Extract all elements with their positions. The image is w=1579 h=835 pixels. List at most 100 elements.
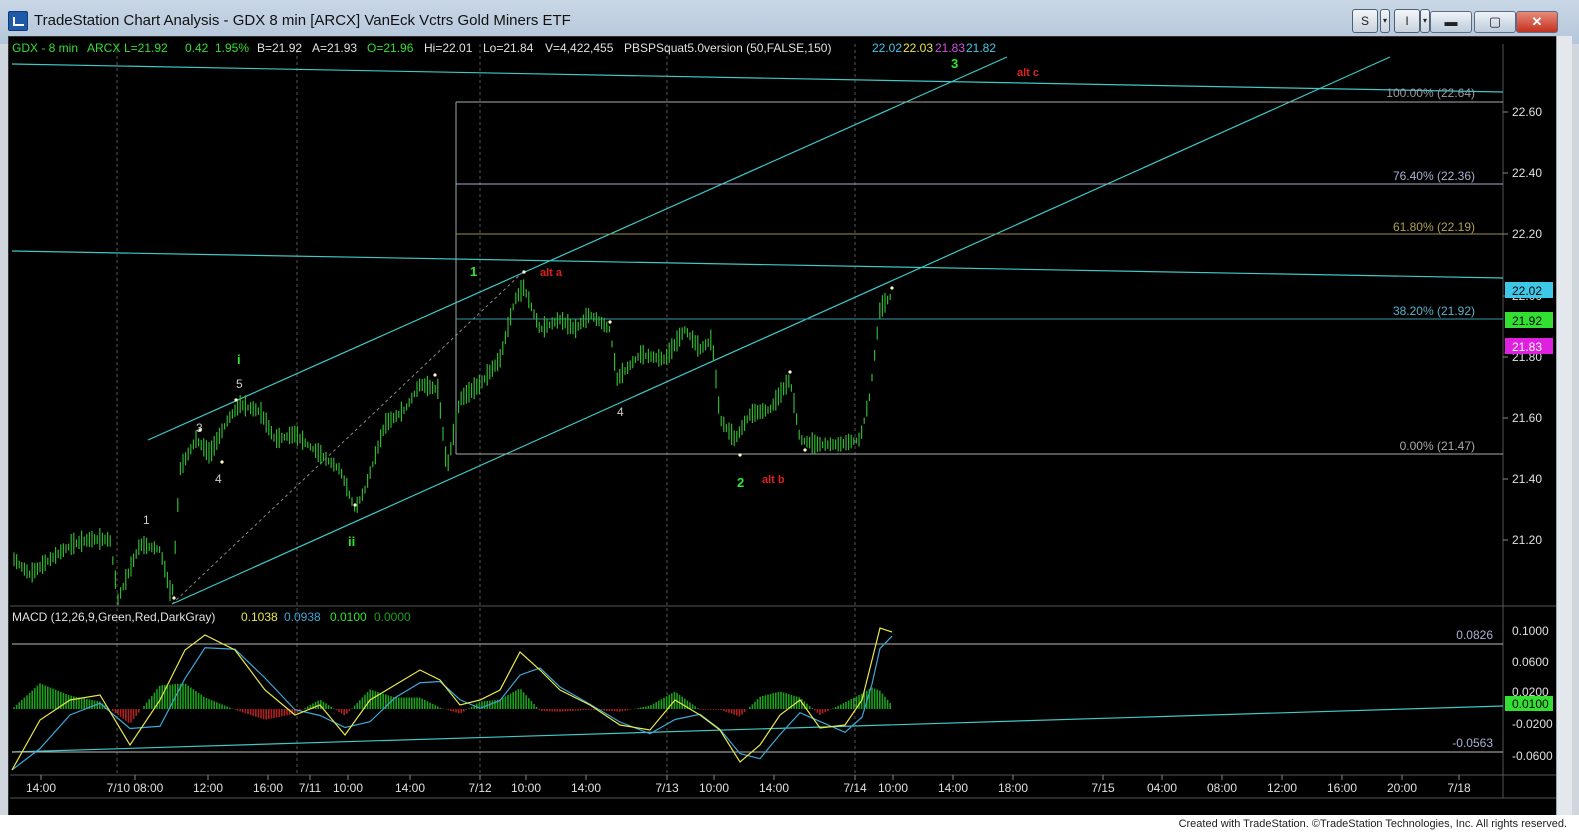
- fib-labels: 100.00% (22.64) 76.40% (22.36) 61.80% (2…: [1386, 86, 1475, 453]
- time-tick-label: 12:00: [1267, 781, 1297, 795]
- bid-price: B=21.92: [257, 41, 302, 55]
- wave-2-label: 2: [737, 475, 744, 490]
- pivot-dot: [220, 460, 224, 464]
- time-tick-label: 16:00: [1327, 781, 1357, 795]
- chart-canvas[interactable]: GDX - 8 min ARCX L=21.92 0.42 1.95% B=21…: [0, 0, 1579, 835]
- pivot-dot: [608, 320, 612, 324]
- lower-channel-line: [171, 56, 1391, 605]
- lower-horizontal-trendline: [11, 250, 1504, 279]
- fib-0-label: 0.00% (21.47): [1400, 439, 1475, 453]
- time-tick-label: 10:00: [878, 781, 908, 795]
- time-tick-label: 14:00: [26, 781, 56, 795]
- wave-alt-c-label: alt c: [1017, 67, 1039, 79]
- time-tick-label: 10:00: [511, 781, 541, 795]
- fib-618-label: 61.80% (22.19): [1393, 220, 1475, 234]
- macd-upper-level-label: 0.0826: [1456, 628, 1493, 642]
- macd-diff-value: 0.0100: [330, 610, 367, 624]
- day-separators: [116, 44, 856, 775]
- time-tick-label: 7/14: [843, 781, 867, 795]
- net-change: 0.42: [185, 41, 209, 55]
- wave-labels: 3 alt c 1 alt a i 5 3 4 1 ii 4 2 alt b: [143, 56, 1039, 549]
- time-tick-label: 7/13: [655, 781, 679, 795]
- macd-tick-label: -0.0200: [1512, 717, 1553, 731]
- study-value-4: 21.82: [966, 41, 996, 55]
- time-tick-label: 14:00: [759, 781, 789, 795]
- macd-histogram: [13, 683, 892, 723]
- pivot-dot: [522, 270, 526, 274]
- low-price: Lo=21.84: [483, 41, 534, 55]
- subwave-4-label: 4: [215, 472, 222, 486]
- price-tags: 22.02 21.92 21.83: [1505, 282, 1553, 354]
- fib-382-label: 38.20% (21.92): [1393, 304, 1475, 318]
- pivot-dot: [234, 398, 238, 402]
- time-tick-label: 14:00: [938, 781, 968, 795]
- time-tick-label: 7/11: [299, 781, 322, 795]
- upper-channel-line: [147, 56, 1008, 441]
- symbol-header: GDX - 8 min ARCX L=21.92 0.42 1.95% B=21…: [12, 41, 996, 55]
- wave-1-label: 1: [470, 264, 477, 279]
- time-tick-label: 18:00: [998, 781, 1028, 795]
- pivot-dot: [738, 453, 742, 457]
- time-tick-label: 08:00: [1207, 781, 1237, 795]
- study-value-1: 22.02: [872, 41, 902, 55]
- pivot-dot: [803, 448, 807, 452]
- price-tick-label: 21.60: [1512, 411, 1542, 425]
- price-tick-label: 22.40: [1512, 166, 1542, 180]
- pivot-dot: [890, 286, 894, 290]
- time-tick-label: 12:00: [193, 781, 223, 795]
- time-tick-label: 04:00: [1147, 781, 1177, 795]
- price-bars[interactable]: [13, 270, 894, 606]
- wave-ii-label: ii: [348, 534, 355, 549]
- time-tick-label: 14:00: [571, 781, 601, 795]
- subwave-4b-label: 4: [617, 405, 624, 419]
- macd-tag: 0.0100: [1512, 697, 1549, 711]
- macd-trendline: [11, 705, 1504, 753]
- price-tick-label: 21.40: [1512, 472, 1542, 486]
- fibonacci-retracement[interactable]: [455, 101, 1503, 455]
- wave-connector-line: [171, 270, 525, 605]
- open-price: O=21.96: [367, 41, 414, 55]
- symbol-label: GDX - 8 min: [12, 41, 78, 55]
- time-tick-label: 14:00: [395, 781, 425, 795]
- last-price: L=21.92: [124, 41, 168, 55]
- channel-lines[interactable]: [11, 56, 1504, 753]
- wave-3-label: 3: [951, 56, 958, 71]
- macd-header: MACD (12,26,9,Green,Red,DarkGray) 0.1038…: [12, 610, 411, 624]
- volume: V=4,422,455: [545, 41, 614, 55]
- price-tick-label: 22.60: [1512, 105, 1542, 119]
- time-axis[interactable]: 14:00 7/10 08:00 12:00 16:00 7/11 10:00 14:00 7…: [26, 775, 1471, 795]
- exchange-label: ARCX: [87, 41, 120, 55]
- macd-value: 0.1038: [241, 610, 278, 624]
- price-tag-2183: 21.83: [1512, 340, 1542, 354]
- price-tick-label: 22.20: [1512, 227, 1542, 241]
- wave-i-label: i: [237, 352, 241, 367]
- pivot-dot: [433, 373, 437, 377]
- subwave-1-label: 1: [143, 513, 150, 527]
- macd-lower-level-label: -0.0563: [1452, 736, 1493, 750]
- time-tick-label: 10:00: [699, 781, 729, 795]
- wave-5-label: 5: [236, 377, 243, 391]
- time-tick-label: 16:00: [253, 781, 283, 795]
- pct-change: 1.95%: [215, 41, 249, 55]
- price-tag-2192: 21.92: [1512, 314, 1542, 328]
- pivot-dot: [172, 596, 176, 600]
- time-tick-label: 20:00: [1387, 781, 1417, 795]
- macd-axis[interactable]: 0.10000.06000.0200-0.0200-0.0600: [1512, 624, 1553, 763]
- macd-signal-value: 0.0938: [284, 610, 321, 624]
- tradestation-credit: Created with TradeStation. ©TradeStation…: [1178, 818, 1567, 830]
- macd-study-label: MACD (12,26,9,Green,Red,DarkGray): [12, 610, 215, 624]
- time-tick-label: 7/10 08:00: [107, 781, 164, 795]
- study-name: PBSPSquat5.0version (50,FALSE,150): [624, 41, 831, 55]
- subwave-3-label: 3: [196, 421, 203, 435]
- macd-tick-label: -0.0600: [1512, 749, 1553, 763]
- upper-horizontal-trendline: [11, 63, 1504, 93]
- ask-price: A=21.93: [312, 41, 357, 55]
- macd-zero-value: 0.0000: [374, 610, 411, 624]
- time-tick-label: 10:00: [333, 781, 363, 795]
- pivot-dot: [353, 503, 357, 507]
- macd-tick-label: 0.0600: [1512, 655, 1549, 669]
- fib-100-label: 100.00% (22.64): [1386, 86, 1475, 100]
- study-value-2: 22.03: [903, 41, 933, 55]
- study-value-3: 21.83: [935, 41, 965, 55]
- wave-alt-a-label: alt a: [540, 267, 563, 279]
